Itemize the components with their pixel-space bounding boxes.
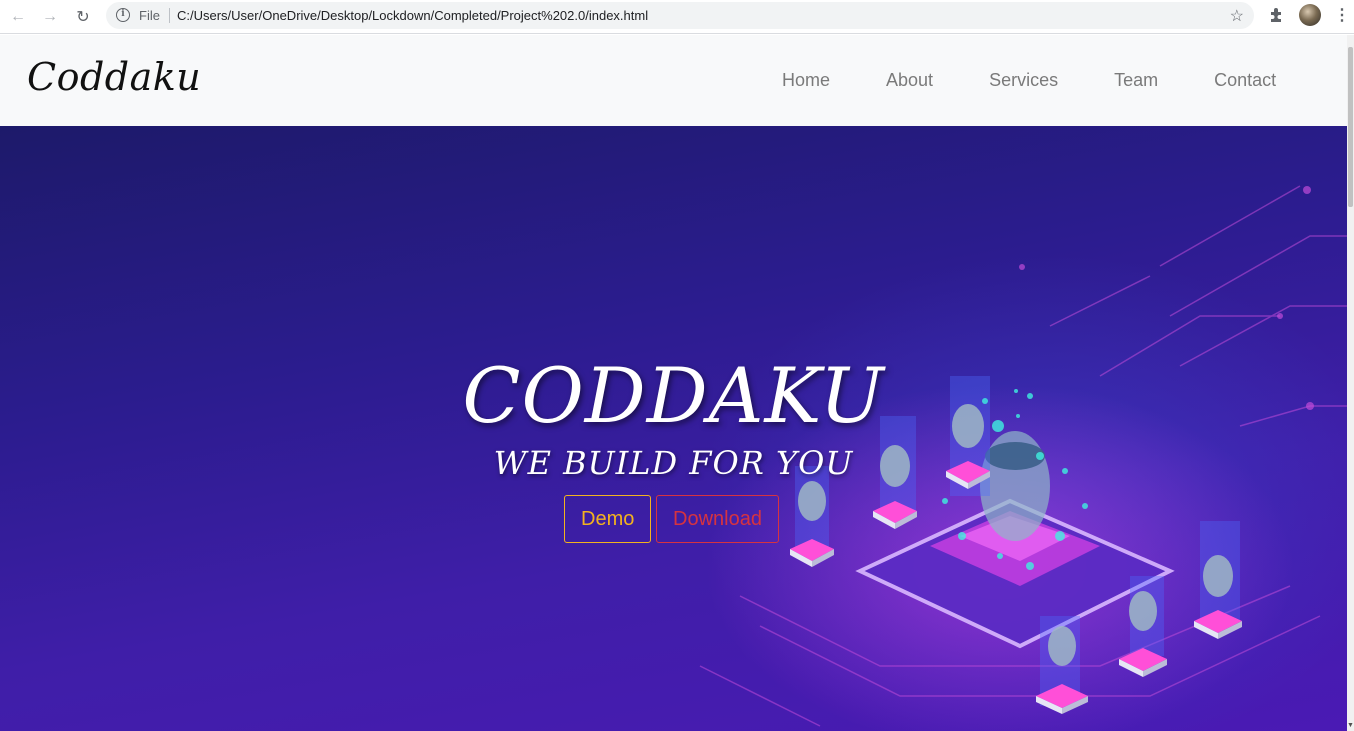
download-button[interactable]: Download [656, 495, 779, 543]
nav-link-home[interactable]: Home [782, 70, 830, 91]
page-viewport: Coddaku Home About Services Team Contact [0, 35, 1347, 731]
nav-links: Home About Services Team Contact [782, 70, 1332, 91]
address-bar[interactable]: i File C:/Users/User/OneDrive/Desktop/Lo… [106, 2, 1254, 29]
site-navbar: Coddaku Home About Services Team Contact [0, 35, 1347, 126]
hero-banner: CODDAKU WE BUILD FOR YOU Demo Download [0, 126, 1347, 731]
kebab-menu-icon[interactable]: ⋮ [1334, 5, 1350, 25]
hero-buttons: Demo Download [564, 495, 779, 543]
nav-link-team[interactable]: Team [1114, 70, 1158, 91]
hero-subtitle: WE BUILD FOR YOU [493, 444, 854, 482]
info-icon[interactable]: i [116, 8, 130, 22]
scrollbar-thumb[interactable] [1348, 47, 1353, 207]
profile-avatar[interactable] [1299, 4, 1321, 26]
back-arrow-icon[interactable]: ← [6, 5, 30, 29]
browser-toolbar: ← → ↻ i File C:/Users/User/OneDrive/Desk… [0, 0, 1354, 34]
reload-icon[interactable]: ↻ [71, 5, 95, 29]
nav-link-contact[interactable]: Contact [1214, 70, 1276, 91]
file-label: File [139, 8, 160, 23]
nav-link-services[interactable]: Services [989, 70, 1058, 91]
forward-arrow-icon[interactable]: → [38, 5, 62, 29]
url-text[interactable]: C:/Users/User/OneDrive/Desktop/Lockdown/… [177, 8, 648, 23]
hero-title: CODDAKU [462, 351, 885, 440]
omnibox-divider [169, 8, 170, 23]
nav-link-about[interactable]: About [886, 70, 933, 91]
scroll-down-arrow-icon[interactable]: ▼ [1347, 722, 1354, 729]
star-icon[interactable]: ☆ [1230, 6, 1244, 26]
page-scrollbar[interactable]: ▼ [1347, 35, 1354, 731]
brand-logo[interactable]: Coddaku [27, 55, 201, 99]
demo-button[interactable]: Demo [564, 495, 651, 543]
puzzle-icon[interactable] [1268, 6, 1286, 26]
